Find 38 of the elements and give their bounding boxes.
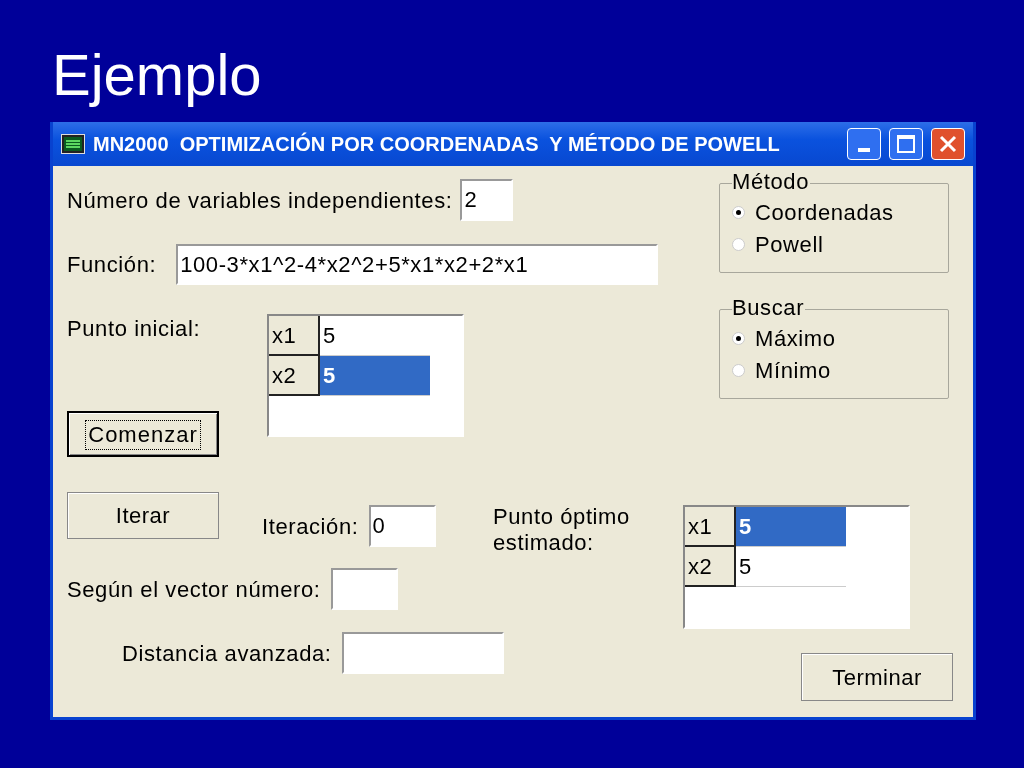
field-label: Iteración: [262,512,359,541]
row-header-cell: x1 [685,507,736,547]
slide-title: Ejemplo [52,41,262,109]
radio-label: Coordenadas [755,198,894,227]
radio-button[interactable] [732,237,745,251]
row-header-cell: x2 [269,356,320,396]
radio-label: Powell [755,230,824,259]
maximize-button[interactable] [889,128,923,160]
app-icon [61,134,85,154]
row-header-cell: x2 [685,547,736,587]
iterate-button[interactable]: Iterar [67,492,219,539]
field-label: Función: [67,251,157,279]
distance-field[interactable] [341,632,504,674]
maximize-icon [897,135,915,153]
table-cell[interactable]: 5 [320,356,430,396]
close-icon [939,135,957,153]
field-label: Según el vector número: [67,575,321,604]
vector-field[interactable] [330,568,398,610]
field-label: Número de variables independientes: [67,186,453,215]
field-label: Punto inicial: [67,315,202,343]
minimize-button[interactable] [847,128,881,160]
table-cell[interactable]: 5 [736,507,846,547]
window-title: MN2000 OPTIMIZACIÓN POR COORDENADAS Y MÉTODO DE POWELL [93,131,781,157]
radio-label: Máximo [755,324,836,353]
function-field[interactable]: 100-3*x1^2-4*x2^2+5*x1*x2+2*x1 [176,244,659,285]
radio-label: Mínimo [755,356,831,385]
variables-field[interactable]: 2 [460,179,514,221]
field-label: Punto óptimo estimado: [493,504,631,557]
minimize-icon [858,148,870,152]
radio-button[interactable] [732,205,745,219]
start-button[interactable]: Comenzar [67,411,219,457]
radio-button[interactable] [732,331,745,345]
iteration-field[interactable]: 0 [368,505,436,547]
row-header-cell: x1 [269,316,320,356]
close-button[interactable] [931,128,965,160]
radio-button[interactable] [732,363,745,377]
field-label: Distancia avanzada: [122,639,332,668]
finish-button[interactable]: Terminar [801,653,953,701]
